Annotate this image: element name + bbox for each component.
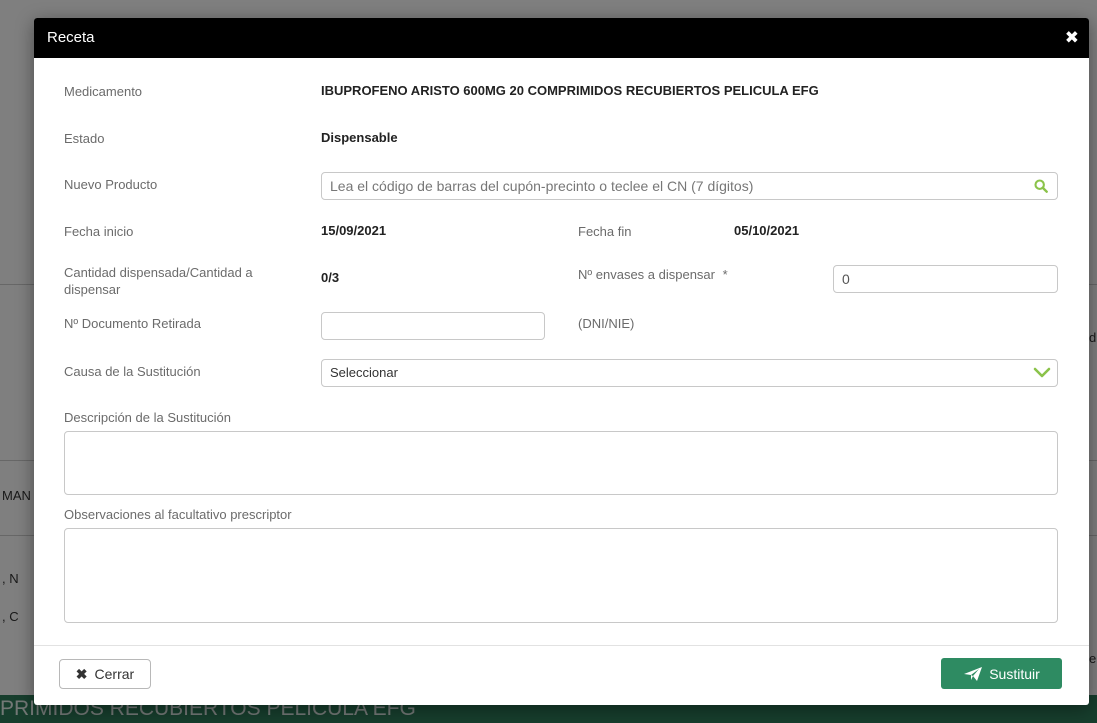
cerrar-button[interactable]: ✖ Cerrar [59, 659, 151, 689]
cantidad-label: Cantidad dispensada/Cantidad a dispensar [64, 265, 253, 297]
estado-value: Dispensable [321, 130, 398, 145]
nuevo-producto-input[interactable]: Lea el código de barras del cupón-precin… [321, 172, 1058, 200]
observaciones-label: Observaciones al facultativo prescriptor [64, 507, 292, 522]
nuevo-producto-label: Nuevo Producto [64, 177, 158, 192]
nuevo-producto-placeholder: Lea el código de barras del cupón-precin… [330, 178, 754, 194]
fecha-fin-label: Fecha fin [578, 224, 632, 239]
close-icon: ✖ [75, 665, 88, 682]
causa-label: Causa de la Sustitución [64, 364, 201, 379]
paper-plane-icon [964, 666, 983, 681]
documento-input[interactable] [321, 312, 545, 340]
causa-selected-value: Seleccionar [330, 365, 398, 380]
envases-label-text: Nº envases a dispensar [578, 267, 715, 282]
descripcion-textarea[interactable] [64, 431, 1058, 495]
receta-dialog: Receta ✖ Medicamento IBUPROFENO ARISTO 6… [34, 18, 1089, 705]
documento-hint: (DNI/NIE) [578, 316, 635, 331]
documento-label: Nº Documento Retirada [64, 316, 201, 331]
fecha-inicio-value: 15/09/2021 [321, 223, 387, 238]
medicamento-value: IBUPROFENO ARISTO 600MG 20 COMPRIMIDOS R… [321, 83, 819, 98]
envases-label: Nº envases a dispensar * [578, 266, 728, 283]
medicamento-label: Medicamento [64, 84, 143, 99]
sustituir-button[interactable]: Sustituir [941, 658, 1062, 689]
envases-input[interactable]: 0 [833, 265, 1058, 293]
descripcion-label: Descripción de la Sustitución [64, 410, 231, 425]
fecha-fin-value: 05/10/2021 [734, 223, 800, 238]
cantidad-value: 0/3 [321, 270, 340, 285]
sustituir-button-label: Sustituir [989, 665, 1040, 682]
search-icon[interactable] [1034, 179, 1048, 193]
cerrar-button-label: Cerrar [94, 666, 135, 682]
dialog-header: Receta ✖ [34, 18, 1089, 58]
fecha-inicio-label: Fecha inicio [64, 224, 134, 239]
close-icon[interactable]: ✖ [1065, 18, 1079, 58]
envases-input-value: 0 [842, 271, 850, 287]
estado-label: Estado [64, 131, 105, 146]
chevron-down-icon[interactable] [1033, 366, 1051, 380]
required-marker: * [722, 267, 728, 282]
causa-select[interactable]: Seleccionar [321, 359, 1058, 387]
dialog-title: Receta [47, 29, 95, 46]
footer-divider [34, 645, 1089, 646]
observaciones-textarea[interactable] [64, 528, 1058, 623]
